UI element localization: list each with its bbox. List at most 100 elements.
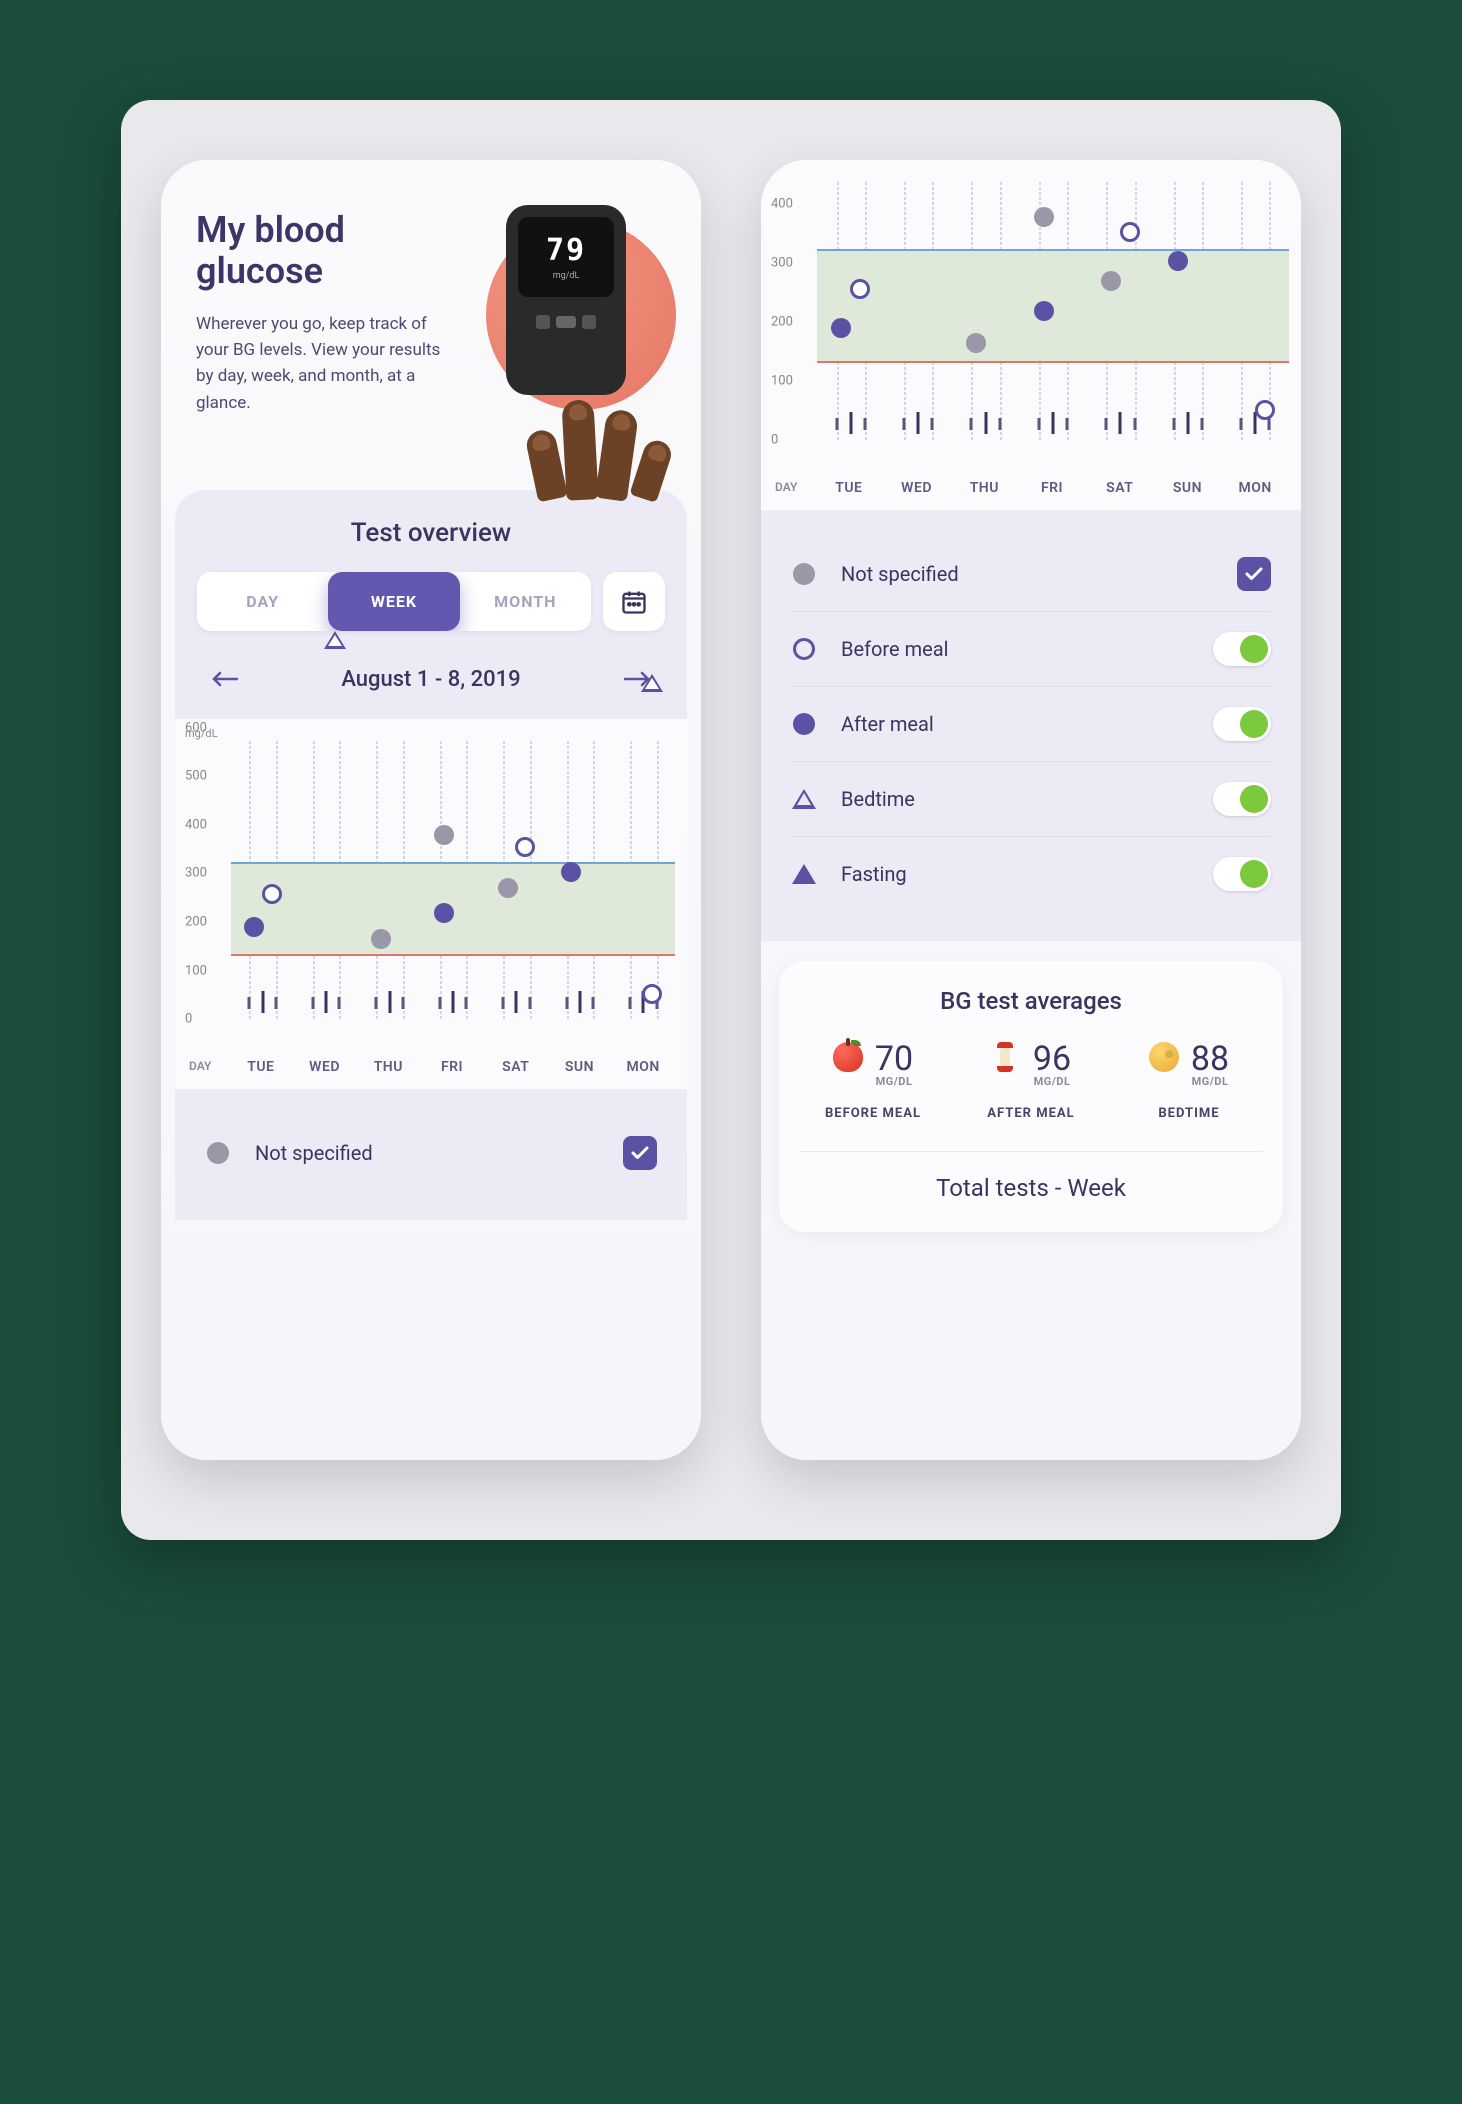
hollow-circle-icon: [793, 638, 815, 660]
gray-dot-icon: [793, 563, 815, 585]
test-overview-card: Test overview DAY WEEK MONTH Augu: [175, 490, 687, 1220]
range-segmented-control: DAY WEEK MONTH: [197, 572, 591, 631]
overview-title: Test overview: [197, 518, 665, 548]
averages-title: BG test averages: [799, 987, 1263, 1015]
legend-row-not-specified: Not specified: [791, 537, 1271, 612]
x-tick: SAT: [1086, 480, 1154, 496]
data-point: [434, 825, 454, 845]
y-tick: 100: [185, 963, 207, 978]
y-tick: 0: [771, 433, 778, 448]
y-tick: 600: [185, 720, 207, 735]
y-tick: 300: [185, 866, 207, 881]
x-tick: WED: [883, 480, 951, 496]
legend-panel: Not specified: [175, 1090, 687, 1220]
calendar-icon: [620, 588, 648, 616]
filled-triangle-icon: [792, 864, 816, 884]
data-point: [1120, 222, 1140, 242]
avg-label: AFTER MEAL: [957, 1106, 1105, 1121]
hand-icon: [496, 380, 676, 500]
data-point: [966, 333, 986, 353]
toggle-fasting[interactable]: [1213, 857, 1271, 891]
legend-label: Not specified: [841, 562, 1213, 586]
phone-screen-overview: My blood glucose Wherever you go, keep t…: [161, 160, 701, 1460]
segment-month[interactable]: MONTH: [460, 572, 591, 631]
data-point: [1034, 301, 1054, 321]
data-point: [262, 884, 282, 904]
x-tick: TUE: [229, 1059, 293, 1075]
apple-icon: [833, 1042, 863, 1072]
filled-circle-icon: [793, 713, 815, 735]
x-tick: WED: [293, 1059, 357, 1075]
data-point: [371, 929, 391, 949]
y-tick: 400: [771, 197, 793, 212]
x-tick: MON: [1221, 480, 1289, 496]
prev-range-button[interactable]: [205, 659, 245, 699]
x-tick: FRI: [420, 1059, 484, 1075]
y-tick: 400: [185, 817, 207, 832]
gray-dot-icon: [207, 1142, 229, 1164]
checkbox-not-specified[interactable]: [623, 1136, 657, 1170]
data-point: [642, 984, 662, 1004]
data-point: [1168, 251, 1188, 271]
legend-label: Before meal: [841, 637, 1189, 661]
data-point: [831, 318, 851, 338]
avg-value: 88: [1191, 1039, 1229, 1079]
legend-row-bedtime: Bedtime: [791, 762, 1271, 837]
totals-title: Total tests - Week: [799, 1151, 1263, 1202]
legend-panel-full: Not specified Before meal After meal: [761, 511, 1301, 941]
avg-label: BEFORE MEAL: [799, 1106, 947, 1121]
toggle-after-meal[interactable]: [1213, 707, 1271, 741]
segment-day[interactable]: DAY: [197, 572, 328, 631]
x-tick: TUE: [815, 480, 883, 496]
toggle-bedtime[interactable]: [1213, 782, 1271, 816]
x-tick: MON: [611, 1059, 675, 1075]
data-point: [1034, 207, 1054, 227]
x-tick: SUN: [548, 1059, 612, 1075]
avg-unit: MG/DL: [841, 1075, 947, 1088]
legend-row-before-meal: Before meal: [791, 612, 1271, 687]
y-tick: 200: [185, 914, 207, 929]
page-title: My blood glucose: [196, 210, 446, 293]
x-tick: FRI: [1018, 480, 1086, 496]
avg-before-meal: 70 MG/DL BEFORE MEAL: [799, 1039, 947, 1121]
avg-value: 70: [875, 1039, 913, 1079]
x-tick: THU: [356, 1059, 420, 1075]
moon-icon: [1149, 1042, 1179, 1072]
data-point: [244, 917, 264, 937]
y-tick: 100: [771, 374, 793, 389]
toggle-before-meal[interactable]: [1213, 632, 1271, 666]
x-axis-label: DAY: [775, 480, 815, 496]
data-point: [498, 878, 518, 898]
avg-unit: MG/DL: [999, 1075, 1105, 1088]
data-point: [434, 903, 454, 923]
x-tick: THU: [950, 480, 1018, 496]
phone-screen-details: 0 100 200 300 400 DAY TUE WED THU FRI SA…: [761, 160, 1301, 1460]
avg-after-meal: 96 MG/DL AFTER MEAL: [957, 1039, 1105, 1121]
glucose-meter-icon: 79 mg/dL: [506, 205, 626, 395]
y-tick: 200: [771, 315, 793, 330]
legend-label: After meal: [841, 712, 1189, 736]
y-tick: 500: [185, 769, 207, 784]
calendar-button[interactable]: [603, 572, 665, 631]
apple-core-icon: [991, 1042, 1019, 1072]
legend-label: Fasting: [841, 862, 1189, 886]
bg-chart: mg/dL 0 100 200 300 400 500 600 DAY TUE …: [175, 719, 687, 1090]
avg-label: BEDTIME: [1115, 1106, 1263, 1121]
avg-bedtime: 88 MG/DL BEDTIME: [1115, 1039, 1263, 1121]
x-tick: SUN: [1154, 480, 1222, 496]
x-tick: SAT: [484, 1059, 548, 1075]
avg-value: 96: [1033, 1039, 1071, 1079]
legend-row-fasting: Fasting: [791, 837, 1271, 911]
meter-reading: 79: [546, 233, 586, 268]
segment-week[interactable]: WEEK: [328, 572, 459, 631]
data-point: [324, 631, 346, 649]
data-point: [1255, 400, 1275, 420]
date-range-label: August 1 - 8, 2019: [341, 667, 520, 692]
legend-label: Not specified: [255, 1141, 599, 1165]
checkbox-not-specified[interactable]: [1237, 557, 1271, 591]
data-point: [641, 674, 663, 692]
hero-illustration: 79 mg/dL: [466, 210, 666, 470]
bg-chart-continued: 0 100 200 300 400 DAY TUE WED THU FRI SA…: [761, 160, 1301, 511]
legend-label: Bedtime: [841, 787, 1189, 811]
hero-section: My blood glucose Wherever you go, keep t…: [161, 160, 701, 480]
